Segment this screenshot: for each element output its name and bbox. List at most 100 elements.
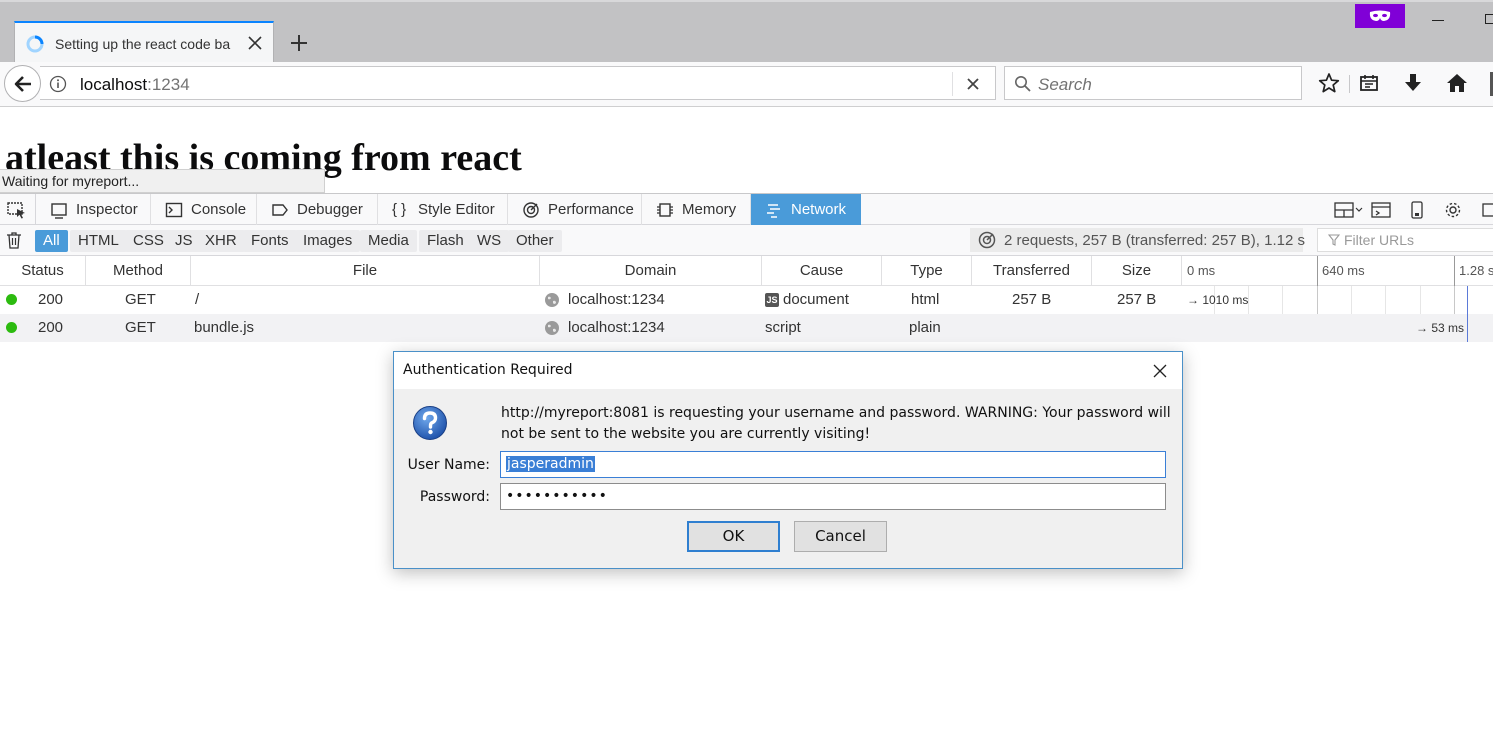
filter-all-button[interactable]: All (35, 230, 68, 252)
tab-label-network: Network (791, 201, 847, 218)
filter-fonts-button[interactable]: Fonts (243, 230, 297, 252)
devtools-tab-console[interactable]: Console (151, 194, 257, 225)
private-browsing-mask-icon (1355, 4, 1405, 28)
filter-other-button[interactable]: Other (508, 230, 562, 252)
back-button[interactable] (4, 65, 41, 102)
column-header-file[interactable]: File (191, 256, 540, 286)
column-header-size[interactable]: Size (1092, 256, 1182, 286)
filter-xhr-button[interactable]: XHR (197, 230, 245, 252)
password-label: Password: (419, 489, 490, 505)
url-separator (952, 72, 953, 96)
inspector-icon (50, 201, 68, 219)
back-arrow-icon (13, 74, 33, 94)
column-header-cause[interactable]: Cause (762, 256, 882, 286)
tab-strip: Setting up the react code ba (0, 0, 1493, 64)
request-cause: script (765, 319, 801, 336)
performance-gauge-icon (522, 201, 540, 219)
settings-gear-icon[interactable] (1443, 201, 1463, 219)
js-cause-icon: JS (765, 293, 779, 307)
column-header-status[interactable]: Status (0, 256, 86, 286)
close-devtools-icon[interactable] (1482, 201, 1493, 219)
filter-images-button[interactable]: Images (295, 230, 361, 252)
style-editor-braces-icon: { } (392, 200, 407, 218)
tab-label-debugger: Debugger (297, 201, 363, 218)
request-domain: localhost:1234 (568, 291, 665, 308)
search-placeholder: Search (1038, 75, 1092, 94)
toggle-split-console-icon[interactable] (1334, 201, 1364, 219)
filter-html-button[interactable]: HTML (70, 230, 127, 252)
filter-ws-button[interactable]: WS (469, 230, 510, 252)
search-icon (1014, 75, 1032, 93)
devtools-tab-debugger[interactable]: Debugger (257, 194, 378, 225)
username-label: User Name: (407, 457, 490, 473)
filter-funnel-icon (1328, 234, 1344, 246)
devtools-tab-style-editor[interactable]: { } Style Editor (378, 194, 508, 225)
request-type: html (911, 291, 940, 308)
devtools-tab-performance[interactable]: Performance (508, 194, 642, 225)
tab-label-memory: Memory (682, 201, 737, 218)
password-input[interactable]: ••••••••••• (500, 483, 1166, 510)
new-tab-plus-icon[interactable] (288, 32, 310, 54)
question-mark-icon (412, 405, 448, 441)
window-minimize-icon[interactable] (1432, 20, 1444, 21)
downloads-arrow-icon[interactable] (1402, 72, 1424, 94)
request-cause: JS document (765, 286, 849, 314)
dialog-titlebar: Authentication Required (394, 352, 1182, 389)
network-filter-bar: All HTML CSS JS XHR Fonts Images Media F… (0, 225, 1493, 256)
filter-js-button[interactable]: JS (167, 230, 201, 252)
stop-loading-icon[interactable] (966, 77, 980, 91)
dom-content-loaded-marker (1467, 286, 1468, 342)
password-value: ••••••••••• (506, 488, 608, 504)
filter-css-button[interactable]: CSS (125, 230, 172, 252)
request-size: 257 B (1117, 291, 1157, 308)
performance-analysis-icon (978, 231, 1004, 249)
dock-to-window-icon[interactable] (1371, 201, 1391, 219)
filter-flash-button[interactable]: Flash (419, 230, 472, 252)
column-header-method[interactable]: Method (86, 256, 191, 286)
devtools-tab-inspector[interactable]: Inspector (36, 194, 151, 225)
cancel-button[interactable]: Cancel (794, 521, 887, 552)
site-info-icon[interactable] (49, 75, 67, 93)
tab-title: Setting up the react code ba (55, 35, 231, 52)
request-method: GET (125, 319, 156, 336)
url-bar[interactable]: localhost:1234 (40, 66, 996, 100)
window-maximize-icon[interactable] (1485, 14, 1493, 24)
column-header-transferred[interactable]: Transferred (972, 256, 1092, 286)
network-summary[interactable]: 2 requests, 257 B (transferred: 257 B), … (970, 228, 1305, 252)
ok-button[interactable]: OK (687, 521, 780, 552)
debugger-icon (271, 201, 289, 219)
element-picker-button[interactable] (0, 194, 36, 225)
request-row[interactable]: 200 GET bundle.js localhost:1234 script … (0, 314, 1493, 342)
console-icon (165, 201, 183, 219)
request-file: / (195, 291, 200, 308)
devtools-tab-network[interactable]: Network (751, 194, 861, 225)
home-icon[interactable] (1446, 72, 1468, 94)
bookmark-star-icon[interactable] (1318, 72, 1340, 94)
devtools-toolbar: Inspector Console Debugger { } Style Edi… (0, 194, 1493, 225)
url-port: :1234 (147, 75, 190, 94)
search-bar[interactable]: Search (1004, 66, 1302, 100)
request-transferred: 257 B (1012, 291, 1052, 308)
request-method: GET (125, 291, 156, 308)
responsive-design-mode-icon[interactable] (1407, 201, 1427, 219)
request-row[interactable]: 200 GET / localhost:1234 JS document html… (0, 286, 1493, 314)
clear-requests-trash-icon[interactable] (6, 232, 22, 249)
tab-close-icon[interactable] (247, 35, 263, 51)
status-panel: Waiting for myreport... (0, 169, 325, 193)
username-input[interactable]: jasperadmin (500, 451, 1166, 478)
request-status: 200 (38, 319, 64, 336)
column-header-type[interactable]: Type (882, 256, 972, 286)
devtools-tab-memory[interactable]: Memory (642, 194, 751, 225)
bookmarks-library-icon[interactable] (1358, 72, 1380, 94)
filter-media-button[interactable]: Media (360, 230, 417, 252)
username-value: jasperadmin (506, 456, 595, 472)
browser-tab[interactable]: Setting up the react code ba (14, 21, 274, 64)
url-text[interactable]: localhost:1234 (80, 75, 190, 95)
request-table-header: Status Method File Domain Cause Type Tra… (0, 256, 1493, 286)
waterfall-tick-1280: 1.28 s (1454, 256, 1493, 286)
filter-urls-input[interactable]: Filter URLs (1317, 228, 1493, 252)
dialog-message: http://myreport:8081 is requesting your … (501, 405, 1171, 442)
column-header-domain[interactable]: Domain (540, 256, 762, 286)
dialog-close-icon[interactable] (1152, 363, 1168, 379)
request-domain: localhost:1234 (568, 319, 665, 336)
